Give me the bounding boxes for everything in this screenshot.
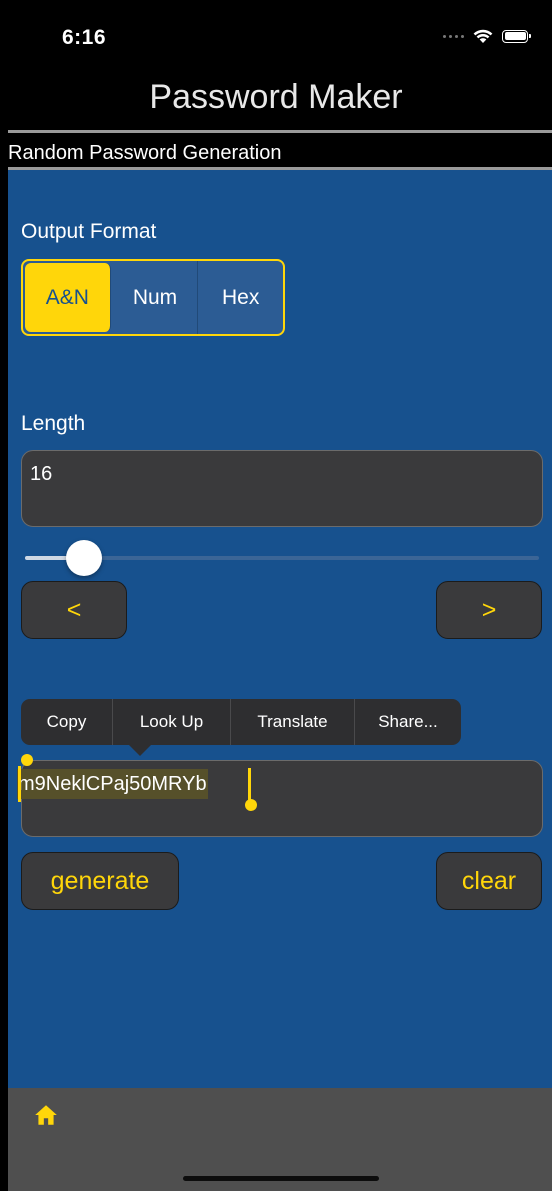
edit-menu-pointer xyxy=(129,745,151,756)
output-format-segmented-control[interactable]: A&N Num Hex xyxy=(21,259,285,336)
battery-icon xyxy=(502,29,531,43)
edit-menu: Copy Look Up Translate Share... xyxy=(21,699,461,745)
app-screen: 6:16 Password Maker Random Password Gene… xyxy=(0,0,552,1191)
edit-menu-translate[interactable]: Translate xyxy=(231,699,355,745)
status-bar: 6:16 xyxy=(0,0,552,70)
section-header-label: Random Password Generation xyxy=(8,142,282,164)
decrement-button[interactable]: < xyxy=(21,581,127,639)
status-time: 6:16 xyxy=(62,26,107,49)
increment-button[interactable]: > xyxy=(436,581,542,639)
section-header: Random Password Generation xyxy=(8,130,552,170)
length-value: 16 xyxy=(30,463,53,485)
generate-button[interactable]: generate xyxy=(21,852,179,910)
segment-alphanumeric[interactable]: A&N xyxy=(25,263,111,332)
slider-thumb[interactable] xyxy=(66,540,102,576)
clear-button[interactable]: clear xyxy=(436,852,542,910)
edit-menu-share[interactable]: Share... xyxy=(355,699,461,745)
selection-start-handle[interactable] xyxy=(21,754,33,766)
home-indicator xyxy=(183,1176,379,1181)
length-field[interactable]: 16 xyxy=(21,450,543,527)
edit-menu-look-up[interactable]: Look Up xyxy=(113,699,231,745)
password-selection: m9NeklCPaj50MRYb xyxy=(17,769,208,799)
selection-start-caret[interactable] xyxy=(18,766,21,802)
main-content: Random Password Generation Output Format… xyxy=(8,130,552,1191)
tab-bar xyxy=(8,1088,552,1191)
slider-track xyxy=(25,556,539,560)
segment-numeric[interactable]: Num xyxy=(113,261,199,334)
output-format-label: Output Format xyxy=(21,220,157,243)
home-icon[interactable] xyxy=(33,1102,59,1128)
segment-hex[interactable]: Hex xyxy=(198,261,283,334)
edit-menu-copy[interactable]: Copy xyxy=(21,699,113,745)
length-slider[interactable] xyxy=(25,540,539,576)
status-icons xyxy=(443,28,531,44)
selection-end-handle[interactable] xyxy=(245,799,257,811)
wifi-icon xyxy=(473,29,493,43)
cellular-signal-icon xyxy=(443,34,464,38)
length-label: Length xyxy=(21,412,86,435)
selection-end-caret[interactable] xyxy=(248,768,251,800)
nav-title: Password Maker xyxy=(149,78,403,116)
